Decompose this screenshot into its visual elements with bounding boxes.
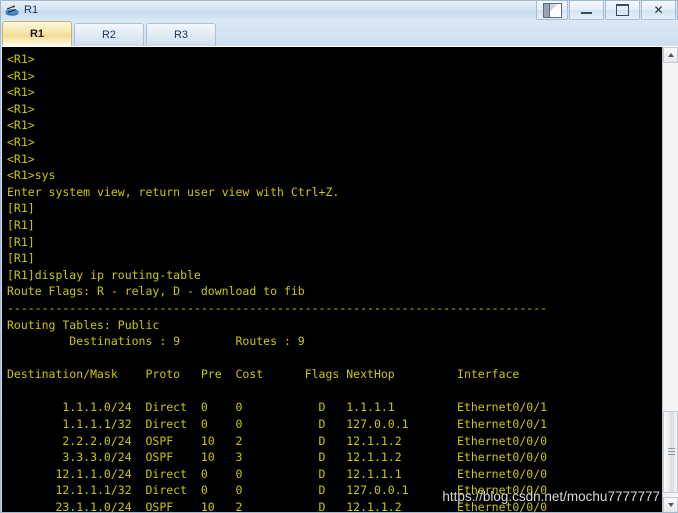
minimize-icon <box>581 12 592 14</box>
scrollbar-grip-icon <box>668 448 675 456</box>
terminal-line: 1.1.1.1/32 Direct 0 0 D 127.0.0.1 Ethern… <box>7 417 548 432</box>
terminal-output: <R1> <R1> <R1> <R1> <R1> <R1> <R1> <R1>sys Enter… <box>2 47 662 512</box>
scroll-up-icon <box>667 53 674 57</box>
terminal-line: Route Flags: R - relay, D - download to … <box>7 284 305 299</box>
terminal-line: ----------------------------------------… <box>7 300 548 315</box>
terminal-line: Destinations : 9 Routes : 9 <box>7 334 305 349</box>
title-bar[interactable]: R1 ✕ <box>1 1 677 20</box>
tab-r1[interactable]: R1 <box>2 21 72 46</box>
terminal-line: <R1>sys <box>7 168 56 183</box>
terminal-line: [R1] <box>7 217 35 232</box>
terminal-console[interactable]: <R1> <R1> <R1> <R1> <R1> <R1> <R1> <R1>sys Enter… <box>2 46 678 512</box>
terminal-scrollbar[interactable] <box>662 47 678 512</box>
dock-icon <box>542 2 562 18</box>
window-title: R1 <box>24 4 39 16</box>
window-controls: ✕ <box>535 1 676 20</box>
terminal-line: Destination/Mask Proto Pre Cost Flags Ne… <box>7 367 520 382</box>
tab-label: R1 <box>29 28 45 40</box>
terminal-line: [R1] <box>7 251 35 266</box>
terminal-line: <R1> <box>7 118 35 133</box>
terminal-line: 1.1.1.0/24 Direct 0 0 D 1.1.1.1 Ethernet… <box>7 400 548 415</box>
maximize-button[interactable] <box>605 1 640 20</box>
terminal-line: <R1> <box>7 151 35 166</box>
terminal-line: <R1> <box>7 134 35 149</box>
scroll-up-button[interactable] <box>663 47 678 63</box>
tab-label: R2 <box>101 29 117 41</box>
terminal-line: [R1] <box>7 234 35 249</box>
terminal-line: Enter system view, return user view with… <box>7 184 340 199</box>
router-console-window: R1 ✕ R1 R2 R3 <R1> <R1> <R1> <R1> <R1> <… <box>0 0 678 513</box>
scroll-down-icon <box>667 503 674 507</box>
tab-label: R3 <box>173 29 189 41</box>
tab-r2[interactable]: R2 <box>74 23 144 46</box>
terminal-line: <R1> <box>7 101 35 116</box>
terminal-line: 3.3.3.0/24 OSPF 10 3 D 12.1.1.2 Ethernet… <box>7 450 548 465</box>
watermark-text: https://blog.csdn.net/mochu7777777 <box>442 489 660 504</box>
close-icon: ✕ <box>653 3 664 17</box>
tab-r3[interactable]: R3 <box>146 23 216 46</box>
scrollbar-thumb[interactable] <box>663 411 678 493</box>
tab-bar: R1 R2 R3 <box>2 20 678 46</box>
scroll-down-button[interactable] <box>663 497 678 512</box>
terminal-line: <R1> <box>7 85 35 100</box>
minimize-button[interactable] <box>569 1 604 20</box>
terminal-line: 2.2.2.0/24 OSPF 10 2 D 12.1.1.2 Ethernet… <box>7 433 548 448</box>
scrollbar-track[interactable] <box>663 63 678 497</box>
terminal-line: Routing Tables: Public <box>7 317 160 332</box>
terminal-line: [R1] <box>7 201 35 216</box>
terminal-line: <R1> <box>7 68 35 83</box>
router-icon <box>4 3 20 19</box>
dock-button[interactable] <box>536 1 568 20</box>
terminal-line: [R1]display ip routing-table <box>7 267 201 282</box>
close-button[interactable]: ✕ <box>641 1 676 20</box>
terminal-line: 12.1.1.0/24 Direct 0 0 D 12.1.1.1 Ethern… <box>7 466 548 481</box>
terminal-line: <R1> <box>7 52 35 66</box>
maximize-icon <box>616 4 629 16</box>
